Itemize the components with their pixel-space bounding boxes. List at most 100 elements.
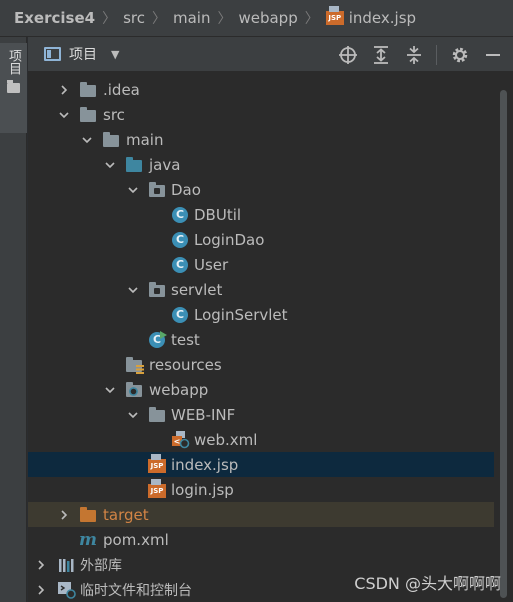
tree-row[interactable]: servlet	[28, 277, 494, 302]
tree-item-label: servlet	[171, 280, 223, 299]
tree-row[interactable]: java	[28, 152, 494, 177]
folder-icon	[101, 131, 121, 149]
tree-item-label: LoginDao	[194, 230, 265, 249]
class-icon: C	[170, 231, 190, 249]
tree-item-label: WEB-INF	[171, 405, 236, 424]
jsp-file-icon: JSP	[147, 479, 167, 499]
tree-item-label: 临时文件和控制台	[80, 582, 192, 599]
tree-item-label: web.xml	[194, 430, 258, 449]
tree-item-label: java	[149, 155, 181, 174]
tree-row-excluded[interactable]: target	[28, 502, 494, 527]
jsp-glyph: JSP	[328, 14, 342, 22]
folder-icon	[78, 106, 98, 124]
project-tool-tab[interactable]: 项目	[0, 43, 27, 133]
locate-icon[interactable]	[336, 43, 360, 67]
vertical-scrollbar[interactable]	[500, 90, 507, 598]
folder-icon	[147, 406, 167, 424]
chevron-right-icon[interactable]	[57, 83, 71, 97]
class-icon: C	[170, 306, 190, 324]
tree-item-label: pom.xml	[103, 530, 169, 549]
tree-item-label: Dao	[171, 180, 201, 199]
tree-row[interactable]: src	[28, 102, 494, 127]
tree-row[interactable]: Dao	[28, 177, 494, 202]
tree-item-label: LoginServlet	[194, 305, 288, 324]
breadcrumb-src[interactable]: src	[123, 9, 145, 27]
tree-item-label: target	[103, 505, 149, 524]
class-icon: C	[170, 206, 190, 224]
panel-actions	[327, 37, 505, 72]
package-icon	[147, 281, 167, 299]
tree-item-label: src	[103, 105, 125, 124]
project-view-icon	[44, 47, 61, 61]
toolbar-divider	[436, 44, 437, 65]
tree-item-label: resources	[149, 355, 222, 374]
settings-icon[interactable]	[448, 43, 472, 67]
chevron-right-icon[interactable]	[57, 508, 71, 522]
resources-folder-icon	[124, 356, 144, 374]
breadcrumb-file[interactable]: index.jsp	[349, 9, 416, 27]
project-tool-tab-label: 项目	[6, 49, 21, 75]
tree-row[interactable]: C test	[28, 327, 494, 352]
breadcrumb-separator: 〉	[304, 11, 319, 27]
library-icon	[57, 556, 77, 574]
folder-icon	[78, 81, 98, 99]
tree-item-label: index.jsp	[171, 455, 239, 474]
chevron-right-icon[interactable]	[34, 558, 48, 572]
tree-row[interactable]: webapp	[28, 377, 494, 402]
tree-item-label: main	[126, 130, 164, 149]
tree-item-label: webapp	[149, 380, 209, 399]
tree-row[interactable]: C User	[28, 252, 494, 277]
chevron-down-icon[interactable]	[80, 133, 94, 147]
chevron-down-icon[interactable]	[126, 283, 140, 297]
minimize-icon[interactable]	[481, 43, 505, 67]
tree-item-label: test	[171, 330, 200, 349]
chevron-right-icon[interactable]	[34, 583, 48, 597]
tree-row[interactable]: JSP login.jsp	[28, 477, 494, 502]
project-panel-header: 项目 ▼	[28, 37, 513, 72]
breadcrumb-separator: 〉	[102, 11, 117, 27]
excluded-folder-icon	[78, 506, 98, 524]
tree-row[interactable]: main	[28, 127, 494, 152]
web-folder-icon	[124, 381, 144, 399]
package-icon	[147, 181, 167, 199]
chevron-down-icon[interactable]	[57, 108, 71, 122]
collapse-all-icon[interactable]	[402, 43, 426, 67]
tree-item-label: DBUtil	[194, 205, 242, 224]
chevron-down-icon[interactable]	[126, 408, 140, 422]
breadcrumb-separator: 〉	[151, 11, 166, 27]
svg-text:<: <	[174, 437, 181, 446]
breadcrumb-project[interactable]: Exercise4	[14, 9, 95, 27]
chevron-down-icon[interactable]	[103, 383, 117, 397]
breadcrumb-main[interactable]: main	[173, 9, 210, 27]
chevron-down-icon[interactable]	[126, 183, 140, 197]
tree-row[interactable]: C LoginServlet	[28, 302, 494, 327]
jsp-file-icon: JSP	[147, 454, 167, 474]
project-panel-title[interactable]: 项目	[69, 44, 97, 64]
tree-row[interactable]: < web.xml	[28, 427, 494, 452]
watermark: CSDN @头大啊啊啊	[354, 574, 501, 593]
chevron-down-icon[interactable]: ▼	[111, 48, 119, 61]
tree-row[interactable]: .idea	[28, 77, 494, 102]
tree-item-label: 外部库	[80, 557, 122, 574]
tool-window-strip: 项目	[0, 37, 27, 602]
runnable-class-icon: C	[147, 330, 167, 349]
xml-config-icon: <	[170, 430, 190, 449]
tree-item-label: User	[194, 255, 229, 274]
project-tree: .idea src main java Dao C DBUtil C Login…	[28, 72, 513, 602]
tree-row[interactable]: WEB-INF	[28, 402, 494, 427]
class-icon: C	[170, 256, 190, 274]
source-folder-icon	[124, 156, 144, 174]
jsp-file-icon: JSP	[325, 6, 344, 25]
tree-row[interactable]: resources	[28, 352, 494, 377]
maven-icon: m	[79, 529, 97, 550]
tree-row[interactable]: m pom.xml	[28, 527, 494, 552]
breadcrumb-webapp[interactable]: webapp	[238, 9, 297, 27]
expand-all-icon[interactable]	[369, 43, 393, 67]
breadcrumb: Exercise4 〉 src 〉 main 〉 webapp 〉 JSP in…	[0, 0, 513, 37]
tree-row[interactable]: C DBUtil	[28, 202, 494, 227]
tree-item-label: .idea	[103, 80, 140, 99]
tree-row-selected[interactable]: JSP index.jsp	[28, 452, 494, 477]
chevron-down-icon[interactable]	[103, 158, 117, 172]
tree-row[interactable]: C LoginDao	[28, 227, 494, 252]
breadcrumb-separator: 〉	[217, 11, 232, 27]
